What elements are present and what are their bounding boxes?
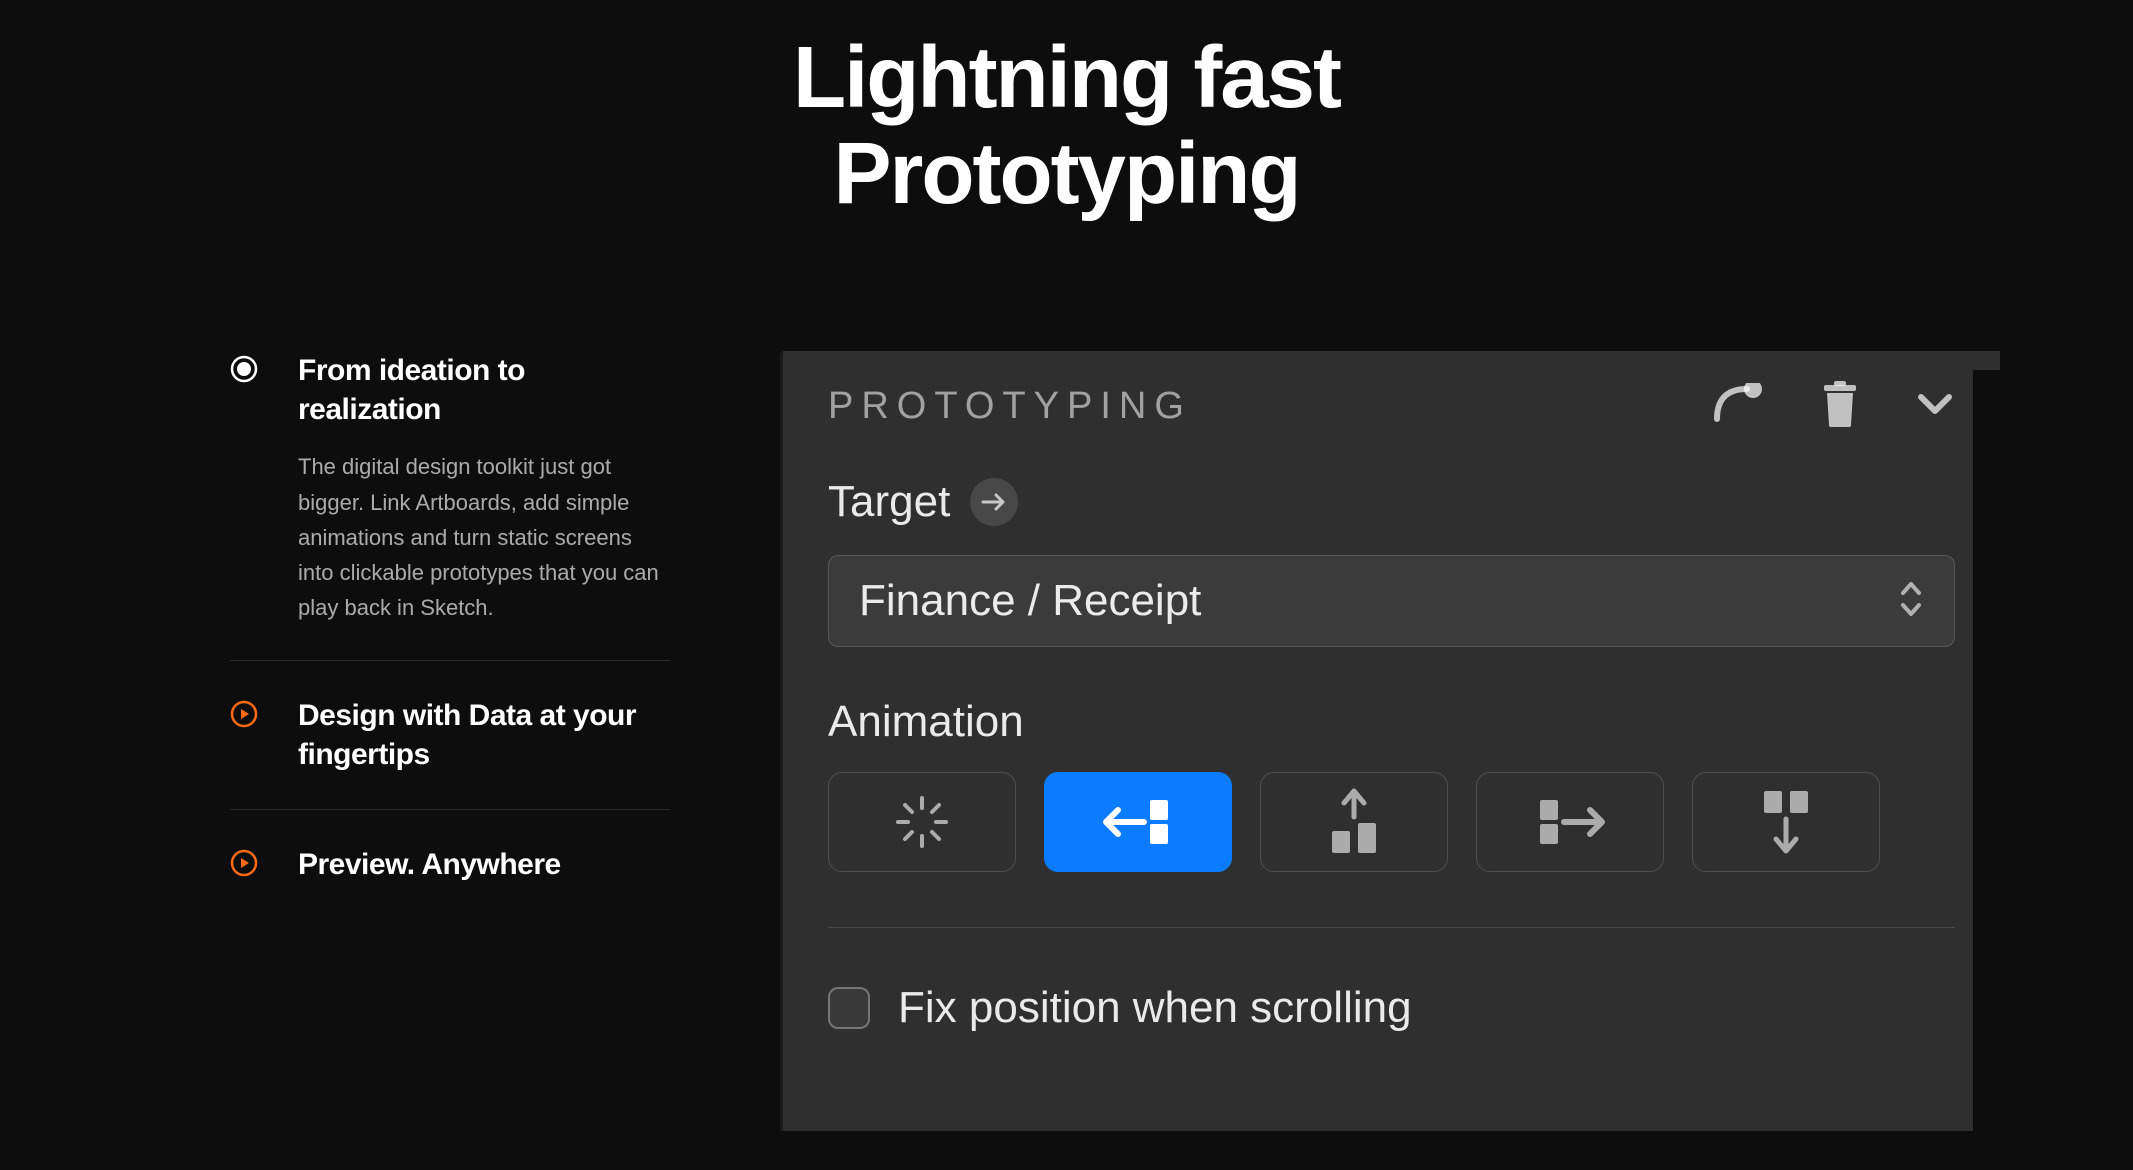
target-label: Target (828, 477, 950, 527)
checkbox-label: Fix position when scrolling (898, 983, 1412, 1033)
feature-title: Preview. Anywhere (298, 845, 670, 884)
feature-item-preview[interactable]: Preview. Anywhere (230, 845, 670, 919)
target-select-value: Finance / Receipt (859, 576, 1201, 626)
feature-title: Design with Data at your fingertips (298, 696, 670, 774)
target-label-row: Target (828, 477, 1955, 527)
trash-icon[interactable] (1820, 381, 1860, 432)
feature-title: From ideation to realization (298, 351, 670, 429)
play-circle-icon (230, 700, 258, 733)
right-mask (1973, 370, 2133, 1170)
animation-slide-down-button[interactable] (1692, 772, 1880, 872)
fix-position-checkbox-row[interactable]: Fix position when scrolling (828, 983, 1955, 1033)
feature-description: The digital design toolkit just got bigg… (298, 449, 670, 625)
checkbox-unchecked-icon[interactable] (828, 987, 870, 1029)
animation-slide-left-button[interactable] (1044, 772, 1232, 872)
animation-label: Animation (828, 697, 1955, 747)
stepper-arrows-icon (1898, 579, 1924, 624)
arrow-right-circle-icon[interactable] (970, 478, 1018, 526)
panel-header: PROTOTYPING (828, 381, 1955, 432)
animation-none-button[interactable] (828, 772, 1016, 872)
target-select[interactable]: Finance / Receipt (828, 555, 1955, 647)
radio-active-icon (230, 355, 258, 388)
animation-options-row (828, 772, 1955, 928)
feature-item-ideation[interactable]: From ideation to realization The digital… (230, 351, 670, 661)
features-sidebar: From ideation to realization The digital… (230, 351, 670, 1131)
animation-slide-up-button[interactable] (1260, 772, 1448, 872)
chevron-down-icon[interactable] (1915, 391, 1955, 422)
play-circle-icon (230, 849, 258, 882)
prototyping-panel: PROTOTYPING (780, 351, 2000, 1131)
hero-line1: Lightning fast (793, 29, 1340, 126)
animation-slide-right-button[interactable] (1476, 772, 1664, 872)
panel-title: PROTOTYPING (828, 385, 1192, 428)
link-connection-icon[interactable] (1711, 383, 1765, 430)
feature-item-data[interactable]: Design with Data at your fingertips (230, 696, 670, 810)
hero-title: Lightning fast Prototyping (0, 0, 2133, 221)
hero-line2: Prototyping (833, 125, 1299, 222)
